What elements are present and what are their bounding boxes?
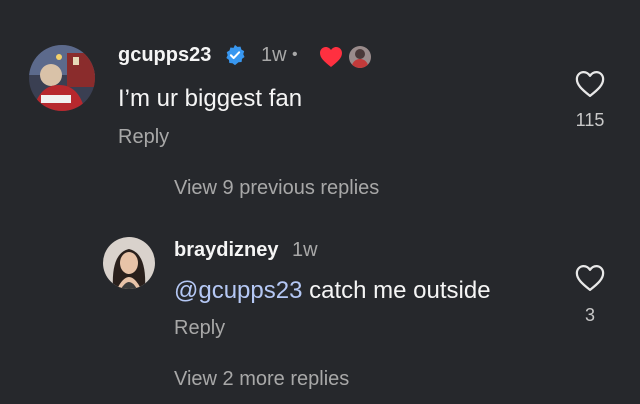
reply-time: 1w <box>292 239 318 261</box>
comment-username[interactable]: gcupps23 <box>118 44 211 67</box>
heart-icon <box>319 46 343 73</box>
comments-thread: gcupps23 1w • I’m ur biggest fan Reply 1… <box>0 0 640 404</box>
avatar-gcupps23[interactable] <box>29 45 95 111</box>
reply-button[interactable]: Reply <box>174 317 225 340</box>
like-count: 115 <box>575 110 605 130</box>
reply-text: @gcupps23 catch me outside <box>174 277 491 305</box>
comment-time: 1w <box>261 44 287 66</box>
like-heart-outline-icon[interactable] <box>575 264 605 297</box>
like-heart-outline-icon[interactable] <box>575 70 605 103</box>
verified-badge-icon <box>224 44 246 71</box>
reply-username[interactable]: braydizney <box>174 239 278 262</box>
reply-button[interactable]: Reply <box>118 126 169 149</box>
avatar-braydizney[interactable] <box>103 237 155 289</box>
dot-separator: • <box>292 46 298 63</box>
view-more-replies-link[interactable]: View 2 more replies <box>174 368 349 391</box>
creator-avatar-icon <box>349 46 371 68</box>
view-previous-replies-link[interactable]: View 9 previous replies <box>174 177 379 200</box>
comment-text: I’m ur biggest fan <box>118 85 303 112</box>
reply-text-rest: catch me outside <box>302 277 491 304</box>
mention-link[interactable]: @gcupps23 <box>174 277 302 304</box>
like-count: 3 <box>584 305 595 325</box>
